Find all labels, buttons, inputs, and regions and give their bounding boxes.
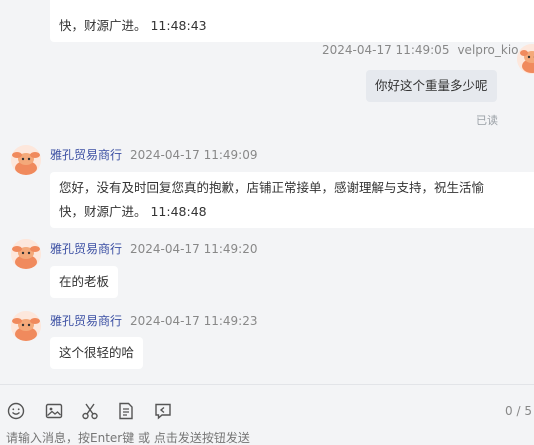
message-sender: velpro_kio [457, 43, 518, 57]
message-bubble-own: 你好这个重量多少呢 [366, 70, 497, 102]
message-sender: 雅孔贸易商行 [50, 242, 122, 256]
message-bubble: 您好，没有及时回复您真的抱歉，店铺正常接单，感谢理解与支持，祝生活愉 快，财源广… [50, 172, 534, 228]
message-sender: 雅孔贸易商行 [50, 148, 122, 162]
avatar[interactable] [11, 239, 41, 269]
message-bubble: 这个很轻的哈 [50, 337, 143, 369]
message-meta: 雅孔贸易商行 2024-04-17 11:49:20 [50, 240, 257, 257]
screenshot-button[interactable] [80, 401, 100, 421]
scissors-icon [80, 401, 100, 421]
message-bubble: 在的老板 [50, 266, 118, 298]
document-button[interactable] [116, 401, 136, 421]
emoji-button[interactable] [6, 401, 26, 421]
read-status: 已读 [476, 112, 498, 128]
message-sender: 雅孔贸易商行 [50, 314, 122, 328]
message-meta: 2024-04-17 11:49:05 velpro_kio [322, 43, 519, 57]
quick-reply-button[interactable] [153, 401, 173, 421]
message-text: 这个很轻的哈 [59, 345, 134, 360]
message-time: 2024-04-17 11:49:20 [130, 242, 257, 256]
message-text: 快，财源广进。 11:48:48 [59, 200, 534, 224]
message-time: 2024-04-17 11:49:23 [130, 314, 257, 328]
char-counter: 0 / 5 [505, 404, 532, 418]
quick-reply-icon [153, 401, 173, 421]
avatar[interactable] [11, 145, 41, 175]
message-meta: 雅孔贸易商行 2024-04-17 11:49:09 [50, 146, 257, 163]
message-bubble: 快，财源广进。 11:48:43 [50, 0, 534, 42]
avatar-icon [11, 145, 41, 175]
message-text: 在的老板 [59, 274, 109, 289]
message-text: 您好，没有及时回复您真的抱歉，店铺正常接单，感谢理解与支持，祝生活愉 [59, 176, 534, 200]
avatar-icon [517, 44, 534, 74]
message-time: 2024-04-17 11:49:09 [130, 148, 257, 162]
avatar[interactable] [517, 44, 534, 74]
message-text: 你好这个重量多少呢 [375, 78, 488, 93]
image-icon [44, 401, 64, 421]
document-icon [116, 401, 136, 421]
avatar[interactable] [11, 311, 41, 341]
emoji-icon [6, 401, 26, 421]
message-meta: 雅孔贸易商行 2024-04-17 11:49:23 [50, 312, 257, 329]
message-time: 2024-04-17 11:49:05 [322, 43, 449, 57]
message-text: 快，财源广进。 11:48:43 [59, 14, 534, 38]
image-button[interactable] [44, 401, 64, 421]
avatar-icon [11, 311, 41, 341]
chat-history[interactable]: 快，财源广进。 11:48:43 2024-04-17 11:49:05 velp… [0, 0, 534, 384]
message-input[interactable] [6, 431, 526, 445]
avatar-icon [11, 239, 41, 269]
